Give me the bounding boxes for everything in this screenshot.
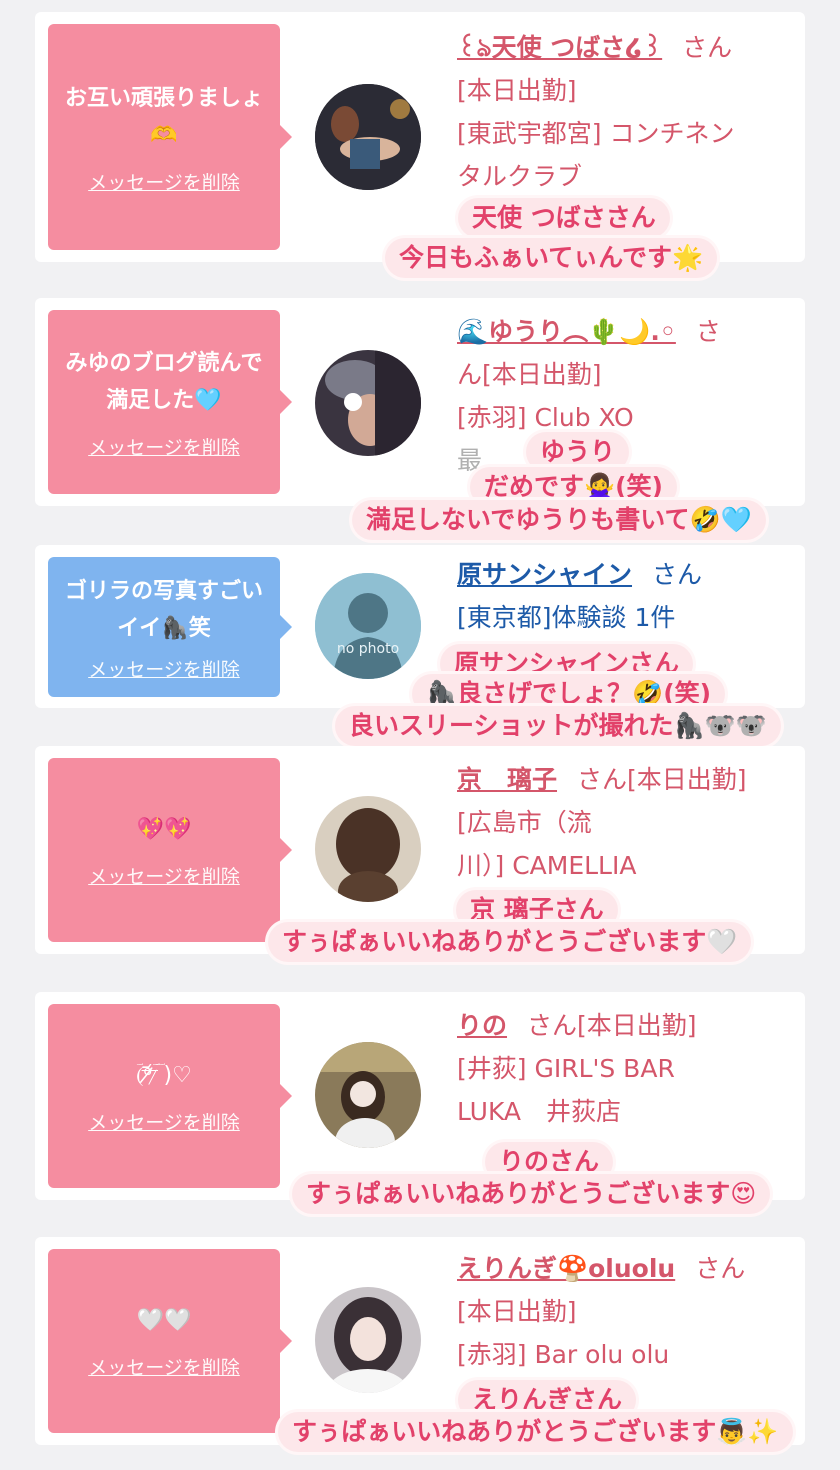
- cast-detail-line: [東京都]体験談 1件: [457, 603, 676, 632]
- cast-detail-line: [広島市（流: [457, 808, 592, 837]
- message-text: 💖💖: [136, 817, 192, 842]
- message-bubble: 🤍🤍 メッセージを削除: [48, 1249, 292, 1433]
- delete-message-link[interactable]: メッセージを削除: [88, 1353, 240, 1380]
- cast-info: ꒰ঌ天使 つばさ໒꒱ さん [本日出勤] [東武宇都宮] コンチネン タルクラブ: [457, 26, 797, 198]
- cast-detail-line: LUKA 井荻店: [457, 1097, 622, 1126]
- cast-info: りの さん[本日出勤] [井荻] GIRL'S BAR LUKA 井荻店: [457, 1004, 797, 1133]
- honorific: さん[本日出勤]: [577, 765, 747, 794]
- message-bubble: みゆのブログ読んで満足した🩵 メッセージを削除: [48, 310, 292, 494]
- caption-sticker: すぅぱぁいいねありがとうございます😍: [292, 1174, 771, 1214]
- avatar[interactable]: [315, 350, 421, 456]
- avatar[interactable]: no photo: [315, 573, 421, 679]
- cast-detail-line: [本日出勤]: [457, 1297, 577, 1326]
- avatar[interactable]: [315, 1042, 421, 1148]
- delete-message-link[interactable]: メッセージを削除: [88, 655, 240, 682]
- avatar[interactable]: [315, 796, 421, 902]
- caption-sticker: 良いスリーショットが撮れた🦍🐨🐨: [335, 706, 781, 746]
- message-card: みゆのブログ読んで満足した🩵 メッセージを削除 🌊ゆうり︵🌵🌙.◦ さ ん[本日出…: [35, 298, 805, 506]
- delete-message-link[interactable]: メッセージを削除: [88, 862, 240, 889]
- caption-sticker: すぅぱぁいいねありがとうございます🤍: [268, 922, 752, 962]
- message-text: お互い頑張りましょ🫶: [64, 85, 263, 148]
- cast-name-link[interactable]: えりんぎ🍄oluolu: [457, 1254, 675, 1283]
- message-text: (ؔᵒ̷̷᷄ؔ ᷄ؔ ̷̷᷅ؔ)♡: [136, 1063, 192, 1088]
- message-text: みゆのブログ読んで満足した🩵: [65, 350, 263, 413]
- caption-sticker: 満足しないでゆうりも書いて🤣🩵: [352, 500, 766, 540]
- cast-info: 京 璃子 さん[本日出勤] [広島市（流 川）] CAMELLIA: [457, 758, 797, 887]
- cast-detail-line: タルクラブ: [457, 162, 583, 191]
- avatar-photo: [315, 1042, 421, 1148]
- cast-detail-line: [井荻] GIRL'S BAR: [457, 1054, 675, 1083]
- cast-detail-line: [赤羽] Bar olu olu: [457, 1340, 670, 1369]
- honorific: さん: [682, 33, 733, 62]
- message-bubble: ゴリラの写真すごいイイ🦍笑 メッセージを削除: [48, 557, 292, 697]
- delete-message-link[interactable]: メッセージを削除: [88, 433, 240, 460]
- honorific: さん: [695, 1254, 746, 1283]
- avatar[interactable]: [315, 84, 421, 190]
- cast-name-link[interactable]: 🌊ゆうり︵🌵🌙.◦: [457, 317, 676, 346]
- cast-name-link[interactable]: りの: [457, 1011, 507, 1040]
- message-card: (ؔᵒ̷̷᷄ؔ ᷄ؔ ̷̷᷅ؔ)♡ メッセージを削除 りの さん[本日出勤] [井…: [35, 992, 805, 1200]
- honorific: さん[本日出勤]: [527, 1011, 697, 1040]
- message-bubble: 💖💖 メッセージを削除: [48, 758, 292, 942]
- cast-detail-line: 川）] CAMELLIA: [457, 851, 637, 880]
- caption-sticker: すぅぱぁいいねありがとうございます👼✨: [278, 1412, 793, 1452]
- honorific: さん: [652, 560, 703, 589]
- caption-sticker: 今日もふぁいてぃんです🌟: [385, 238, 718, 278]
- message-card: お互い頑張りましょ🫶 メッセージを削除 ꒰ঌ天使 つばさ໒꒱ さん [本日出勤] …: [35, 12, 805, 262]
- avatar[interactable]: [315, 1287, 421, 1393]
- cast-info: 原サンシャイン さん [東京都]体験談 1件: [457, 553, 797, 639]
- message-bubble: お互い頑張りましょ🫶 メッセージを削除: [48, 24, 292, 250]
- message-text: ゴリラの写真すごいイイ🦍笑: [64, 578, 263, 641]
- no-photo-silhouette-icon: [315, 573, 421, 679]
- honorific: さ: [695, 317, 721, 346]
- cast-detail-line: ん[本日出勤]: [457, 360, 602, 389]
- cast-detail-line: [赤羽] Club XO: [457, 403, 634, 432]
- delete-message-link[interactable]: メッセージを削除: [88, 168, 240, 195]
- avatar-photo: [315, 84, 421, 190]
- delete-message-link[interactable]: メッセージを削除: [88, 1108, 240, 1135]
- cast-info: えりんぎ🍄oluolu さん [本日出勤] [赤羽] Bar olu olu: [457, 1247, 797, 1376]
- cast-name-link[interactable]: 原サンシャイン: [457, 560, 632, 589]
- message-text: 🤍🤍: [136, 1308, 192, 1333]
- avatar-photo: [315, 350, 421, 456]
- caption-sticker: 天使 つばささん: [458, 198, 670, 238]
- cast-name-link[interactable]: 京 璃子: [457, 765, 557, 794]
- cast-detail-line: [本日出勤]: [457, 76, 577, 105]
- avatar-photo: [315, 1287, 421, 1393]
- avatar-photo: [315, 796, 421, 902]
- message-bubble: (ؔᵒ̷̷᷄ؔ ᷄ؔ ̷̷᷅ؔ)♡ メッセージを削除: [48, 1004, 292, 1188]
- caption-sticker: ゆうり: [526, 432, 630, 472]
- cast-name-link[interactable]: ꒰ঌ天使 つばさ໒꒱: [457, 33, 662, 62]
- cast-detail-line: [東武宇都宮] コンチネン: [457, 119, 735, 148]
- no-photo-label: no photo: [336, 641, 400, 657]
